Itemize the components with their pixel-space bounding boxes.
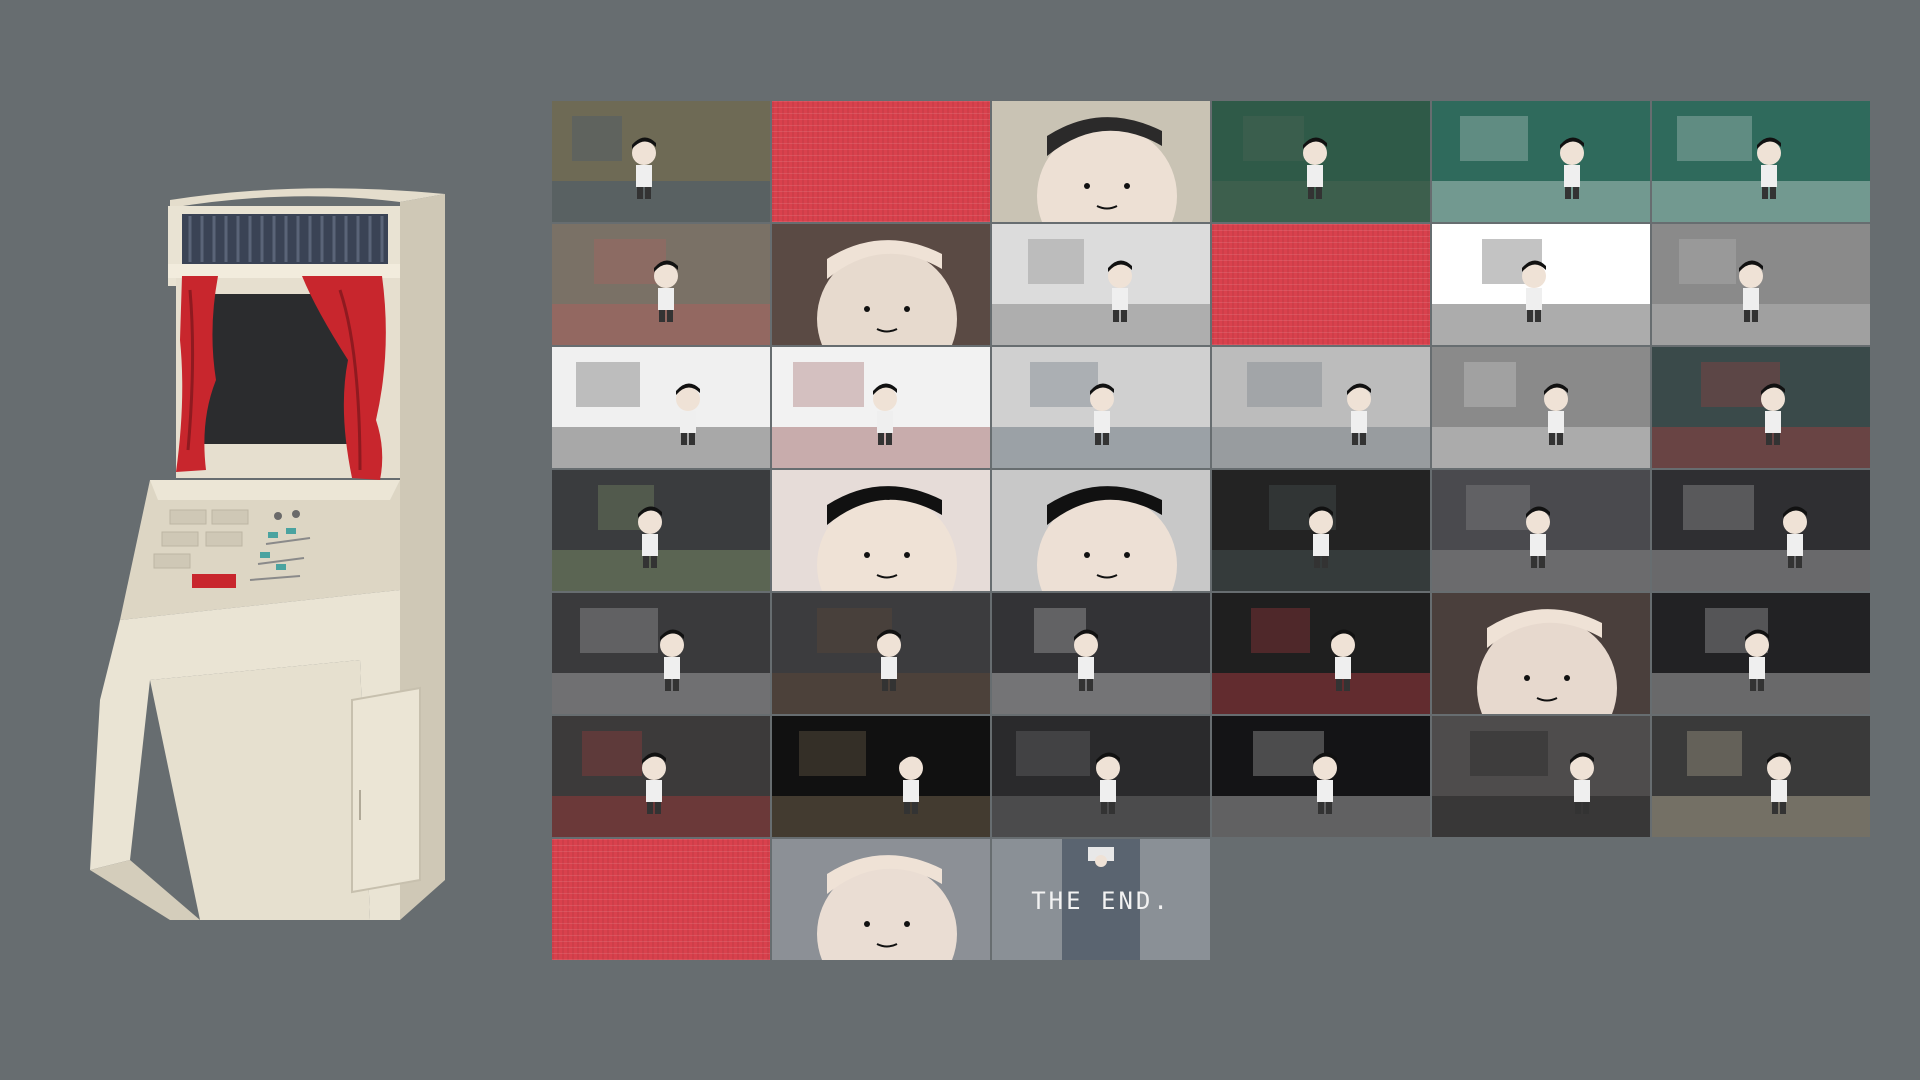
frame-illustration [1652,239,1870,345]
frame-illustration [552,485,770,591]
storyboard-frame-hospital-bed [1652,224,1870,345]
frame-illustration [817,240,957,345]
frame-illustration [1212,485,1430,591]
frame-illustration [1652,731,1870,837]
storyboard-frame-corridor-far-figure [992,716,1210,837]
storyboard-frame-shoes-from-above [772,593,990,714]
frame-illustration [1212,608,1430,714]
frame-illustration [1432,731,1650,837]
frame-illustration [1212,362,1430,468]
storyboard-frame-hand-on-green-table [1212,101,1430,222]
storyboard-frame-closed-eyes-face [772,470,990,591]
storyboard-frame-glowing-figure-corridor [1212,716,1430,837]
arcade-cabinet-drawing [90,188,445,920]
storyboard-frame-red-static [552,839,770,960]
frame-illustration [1652,362,1870,468]
frame-illustration [552,362,770,468]
frame-illustration [1212,116,1430,222]
storyboard-frame-boy-portrait-blush [772,224,990,345]
frame-illustration [1432,485,1650,591]
frame-illustration [817,486,957,591]
storyboard-frame-the-end-bed: THE END. [992,839,1210,960]
frame-illustration [992,239,1210,345]
the-end-caption: THE END. [1031,887,1171,915]
frame-illustration [1652,116,1870,222]
storyboard-frame-boy-and-girl-portrait [1652,716,1870,837]
frame-illustration [817,855,957,960]
cabinet-door [351,686,421,894]
frame-illustration [1652,485,1870,591]
storyboard-frame-cluttered-room [552,101,770,222]
arcade-cabinet-illustration [90,180,460,930]
storyboard-frame-pile-of-toys [1212,470,1430,591]
storyboard-frame-black-streak-wall [1432,716,1650,837]
storyboard-frame-frog-hat-boy [552,470,770,591]
red-panel-button [192,574,236,588]
frame-illustration [1212,731,1430,837]
storyboard-frame-red-door-dark [1212,593,1430,714]
frame-illustration [992,731,1210,837]
storyboard-frame-old-man-and-boy [992,347,1210,468]
frame-illustration [1432,362,1650,468]
storyboard-frame-boy-standing-dark [992,593,1210,714]
frame-illustration [552,239,770,345]
storyboard-frame-doctor-and-bandaged-boy [552,347,770,468]
storyboard-frame-worried-boy-closeup [1432,593,1650,714]
storyboard-frame-grandpa-on-sofa [1212,347,1430,468]
frame-illustration [1037,117,1177,222]
storyboard-frame-bandaged-boy-face [772,839,990,960]
frame-illustration [552,116,770,222]
storyboard-frame-boy-at-window-back [1652,101,1870,222]
storyboard-frame-stairs-with-letter [992,224,1210,345]
storyboard-frame-boy-at-vending-machine [772,347,990,468]
storyboard-frame-red-static [772,101,990,222]
frame-illustration [552,608,770,714]
storyboard-frame-portraits-on-wall [552,716,770,837]
frame-illustration [552,731,770,837]
frame-illustration [1652,608,1870,714]
frame-illustration [1432,239,1650,345]
frame-illustration [772,608,990,714]
storyboard-frame-boy-toys-dream [1652,347,1870,468]
storyboard-frame-bandaged-boy-profile [992,470,1210,591]
storyboard-frame-boy-in-dark-hallway [1652,593,1870,714]
storyboard-frame-silhouette-with-frame [1432,224,1650,345]
frame-illustration [1477,609,1617,714]
storyboard-frame-boy-sitting-spotlight [552,593,770,714]
storyboard-frame-sleeping-face-closeup [992,101,1210,222]
storyboard-frame-red-static [1212,224,1430,345]
frame-illustration [992,608,1210,714]
frame-illustration [1037,486,1177,591]
storyboard-frame-boy-on-bed-dark [1432,470,1650,591]
frame-illustration [772,362,990,468]
storyboard-frame-boy-in-spotlight-cone [772,716,990,837]
storyboard-frame-hospital-bed-glow [1432,347,1650,468]
frame-illustration [992,362,1210,468]
storyboard-frame-girl-on-stairs-hearts [552,224,770,345]
storyboard-grid: THE END. [552,101,1870,960]
storyboard-frame-boy-walking-window [1432,101,1650,222]
storyboard-frame-boy-floating-light [1652,470,1870,591]
frame-illustration [772,731,990,837]
frame-illustration [1432,116,1650,222]
